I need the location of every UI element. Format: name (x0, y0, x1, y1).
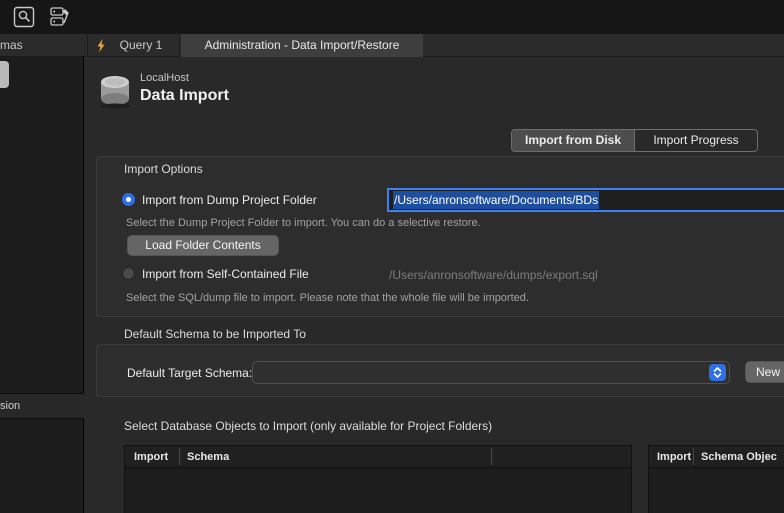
objects-table-body[interactable] (648, 468, 784, 513)
tab-label: Query 1 (120, 38, 163, 52)
schema-table-header-import: Import (134, 446, 168, 468)
tab-schemas-partial[interactable]: mas (0, 34, 88, 57)
lightning-icon (96, 39, 106, 53)
top-toolbar (0, 0, 784, 34)
objects-table-header-import: Import (657, 446, 691, 468)
data-import-icon (96, 70, 134, 110)
column-divider[interactable] (179, 448, 180, 465)
column-divider[interactable] (491, 448, 492, 465)
objects-table-header-schema-objects: Schema Objec (701, 446, 777, 468)
dump-folder-help: Select the Dump Project Folder to import… (126, 217, 481, 229)
objects-table-header: Import Schema Objec (648, 445, 784, 468)
sidebar: sion (0, 57, 84, 513)
workbench-window: mas Query 1 Administration - Data Import… (0, 0, 784, 513)
editor-tab-bar: mas Query 1 Administration - Data Import… (0, 34, 784, 57)
schema-table-body[interactable] (124, 468, 632, 513)
page-title: Data Import (140, 87, 229, 105)
sidebar-section-session[interactable]: sion (0, 393, 84, 419)
column-divider[interactable] (693, 448, 694, 465)
tab-label: Administration - Data Import/Restore (205, 38, 400, 52)
self-contained-help: Select the SQL/dump file to import. Plea… (126, 292, 529, 304)
tab-import-from-disk[interactable]: Import from Disk (512, 130, 635, 151)
sidebar-partial-icon (0, 61, 9, 88)
tab-import-progress[interactable]: Import Progress (635, 130, 757, 151)
dump-folder-radio-label: Import from Dump Project Folder (142, 193, 317, 207)
tab-label: mas (0, 38, 23, 52)
self-contained-path-value: /Users/anronsoftware/dumps/export.sql (389, 268, 598, 282)
target-schema-selected-value (253, 365, 261, 379)
schema-table-header: Import Schema (124, 445, 632, 468)
self-contained-radio-label: Import from Self-Contained File (142, 267, 309, 281)
sidebar-section-label: sion (0, 400, 20, 412)
default-schema-title: Default Schema to be Imported To (124, 327, 306, 341)
import-view-tabs: Import from Disk Import Progress (511, 129, 758, 152)
tab-administration-data-import[interactable]: Administration - Data Import/Restore (181, 34, 423, 57)
target-schema-label: Default Target Schema: (127, 366, 252, 380)
dump-folder-path-value: /Users/anronsoftware/Documents/BDs (393, 191, 599, 209)
load-folder-contents-button[interactable]: Load Folder Contents (127, 235, 279, 256)
dump-folder-path-input[interactable]: /Users/anronsoftware/Documents/BDs (387, 188, 784, 212)
import-options-title: Import Options (124, 162, 203, 176)
server-admin-icon[interactable] (48, 5, 72, 29)
dump-folder-radio[interactable] (122, 193, 135, 206)
self-contained-radio[interactable] (122, 267, 135, 280)
dropdown-stepper-icon (709, 364, 726, 381)
target-schema-dropdown[interactable] (252, 361, 730, 384)
new-schema-button[interactable]: New (745, 361, 784, 383)
tab-query-1[interactable]: Query 1 (89, 34, 180, 57)
new-query-icon[interactable] (12, 5, 36, 29)
connection-name: LocalHost (140, 72, 189, 84)
objects-section-title: Select Database Objects to Import (only … (124, 419, 492, 433)
schema-table-header-schema: Schema (187, 446, 229, 468)
